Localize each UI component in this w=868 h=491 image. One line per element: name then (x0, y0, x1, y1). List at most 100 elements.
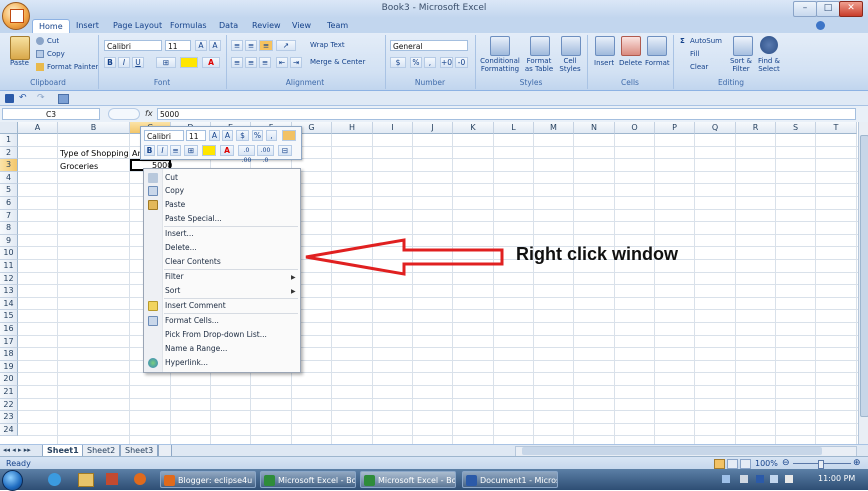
row-header-21[interactable]: 21 (0, 386, 18, 399)
row-header-2[interactable]: 2 (0, 146, 18, 160)
cell-b2[interactable]: Type of Shopping (60, 149, 129, 158)
save-icon[interactable] (5, 94, 14, 103)
column-header-r[interactable]: R (736, 122, 776, 134)
mini-comma-button[interactable]: , (266, 130, 277, 141)
row-header-4[interactable]: 4 (0, 171, 18, 185)
mini-merge-button[interactable]: ⊟ (278, 145, 292, 156)
number-format-field[interactable]: General (390, 40, 468, 51)
row-header-19[interactable]: 19 (0, 360, 18, 374)
mini-decrease-decimal-button[interactable]: .00 .0 (257, 145, 274, 164)
decrease-decimal-button[interactable]: -0 (455, 57, 468, 68)
page-break-view-icon[interactable] (740, 459, 751, 469)
column-header-o[interactable]: O (615, 122, 655, 134)
sort-filter-icon[interactable] (733, 36, 753, 56)
tab-insert[interactable]: Insert (76, 19, 99, 33)
task-word[interactable]: Document1 - Micros... (462, 471, 558, 488)
normal-view-icon[interactable] (714, 459, 725, 469)
row-header-17[interactable]: 17 (0, 335, 18, 349)
shrink-font-button[interactable]: A (209, 40, 221, 51)
menu-format-cells[interactable]: Format Cells... (165, 315, 219, 327)
borders-button[interactable]: ⊞ (156, 57, 176, 68)
row-header-22[interactable]: 22 (0, 398, 18, 412)
align-right-button[interactable]: ≡ (259, 57, 271, 68)
format-cells-button[interactable]: Format (645, 59, 670, 67)
insert-cells-icon[interactable] (595, 36, 615, 56)
row-header-23[interactable]: 23 (0, 411, 18, 424)
fill-color-button[interactable] (180, 57, 198, 68)
format-painter-button[interactable]: Format Painter (47, 63, 98, 71)
delete-cells-button[interactable]: Delete (619, 59, 642, 67)
column-header-q[interactable]: Q (695, 122, 736, 134)
mini-font-field[interactable]: Calibri (144, 130, 184, 141)
menu-insert[interactable]: Insert... (165, 228, 194, 240)
mini-bold-button[interactable]: B (144, 145, 155, 156)
percent-button[interactable]: % (410, 57, 422, 68)
menu-filter[interactable]: Filter (165, 271, 184, 283)
volume-icon[interactable] (785, 475, 793, 483)
fill-button[interactable]: Fill (690, 50, 699, 58)
menu-sort[interactable]: Sort (165, 285, 180, 297)
row-header-1[interactable]: 1 (0, 134, 18, 147)
underline-button[interactable]: U (132, 57, 144, 68)
help-icon[interactable] (816, 21, 825, 30)
mini-grow-font-button[interactable]: A (209, 130, 220, 141)
mini-font-color-button[interactable]: A (220, 145, 234, 156)
row-header-3[interactable]: 3 (0, 159, 18, 172)
mini-italic-button[interactable]: I (157, 145, 168, 156)
tray-icon[interactable] (722, 475, 730, 483)
zoom-in-icon[interactable]: ⊕ (853, 458, 861, 468)
start-button[interactable] (2, 470, 23, 491)
menu-cut[interactable]: Cut (165, 172, 178, 184)
task-excel-1[interactable]: Microsoft Excel - Bo... (260, 471, 356, 488)
row-header-14[interactable]: 14 (0, 297, 18, 311)
column-header-m[interactable]: M (534, 122, 574, 134)
find-select-button[interactable]: Find & Select (755, 57, 783, 73)
column-header-i[interactable]: I (373, 122, 413, 134)
zoom-slider-handle[interactable] (818, 460, 824, 469)
select-all-corner[interactable] (0, 122, 18, 134)
tab-formulas[interactable]: Formulas (170, 19, 207, 33)
menu-insert-comment[interactable]: Insert Comment (165, 300, 226, 312)
mini-currency-button[interactable]: $ (236, 130, 249, 141)
mini-center-button[interactable]: ≡ (170, 145, 181, 156)
font-color-button[interactable]: A (202, 57, 220, 68)
row-header-8[interactable]: 8 (0, 222, 18, 235)
paste-icon[interactable] (10, 36, 30, 60)
align-left-button[interactable]: ≡ (231, 57, 243, 68)
menu-paste-special[interactable]: Paste Special... (165, 213, 222, 225)
insert-cells-button[interactable]: Insert (594, 59, 614, 67)
sheet-nav-icon[interactable]: ◂◂ ◂ ▸ ▸▸ (3, 446, 31, 454)
align-top-button[interactable]: ≡ (231, 40, 243, 51)
close-button[interactable]: ✕ (839, 1, 863, 17)
task-excel-2[interactable]: Microsoft Excel - Bo... (360, 471, 456, 488)
menu-clear-contents[interactable]: Clear Contents (165, 256, 221, 268)
column-header-s[interactable]: S (776, 122, 816, 134)
ie-icon[interactable] (48, 473, 61, 486)
row-header-6[interactable]: 6 (0, 197, 18, 210)
font-size-field[interactable]: 11 (165, 40, 191, 51)
row-header-20[interactable]: 20 (0, 373, 18, 386)
tray-icon[interactable] (740, 475, 748, 483)
zoom-slider[interactable] (793, 460, 851, 469)
menu-paste[interactable]: Paste (165, 199, 185, 211)
orientation-button[interactable]: ↗ (276, 40, 296, 51)
mini-borders-button[interactable]: ⊞ (184, 145, 198, 156)
bluetooth-icon[interactable] (756, 475, 764, 483)
cut-button[interactable]: Cut (47, 37, 59, 45)
formula-expand-button[interactable] (108, 108, 140, 120)
sort-filter-button[interactable]: Sort & Filter (727, 57, 755, 73)
tab-team[interactable]: Team (327, 19, 348, 33)
explorer-icon[interactable] (78, 473, 94, 487)
redo-icon[interactable]: ↷ (37, 93, 45, 103)
menu-name-range[interactable]: Name a Range... (165, 343, 227, 355)
worksheet-grid[interactable]: ABCDEFGHIJKLMNOPQRST 1234567891011121314… (0, 122, 858, 444)
name-box[interactable]: C3 (2, 108, 100, 120)
increase-decimal-button[interactable]: +0 (440, 57, 453, 68)
mini-format-painter-button[interactable] (282, 130, 296, 141)
tab-data[interactable]: Data (219, 19, 238, 33)
align-bottom-button[interactable]: ≡ (259, 40, 273, 51)
column-header-k[interactable]: K (453, 122, 494, 134)
tab-view[interactable]: View (292, 19, 311, 33)
binoculars-icon[interactable] (760, 36, 778, 54)
italic-button[interactable]: I (118, 57, 130, 68)
